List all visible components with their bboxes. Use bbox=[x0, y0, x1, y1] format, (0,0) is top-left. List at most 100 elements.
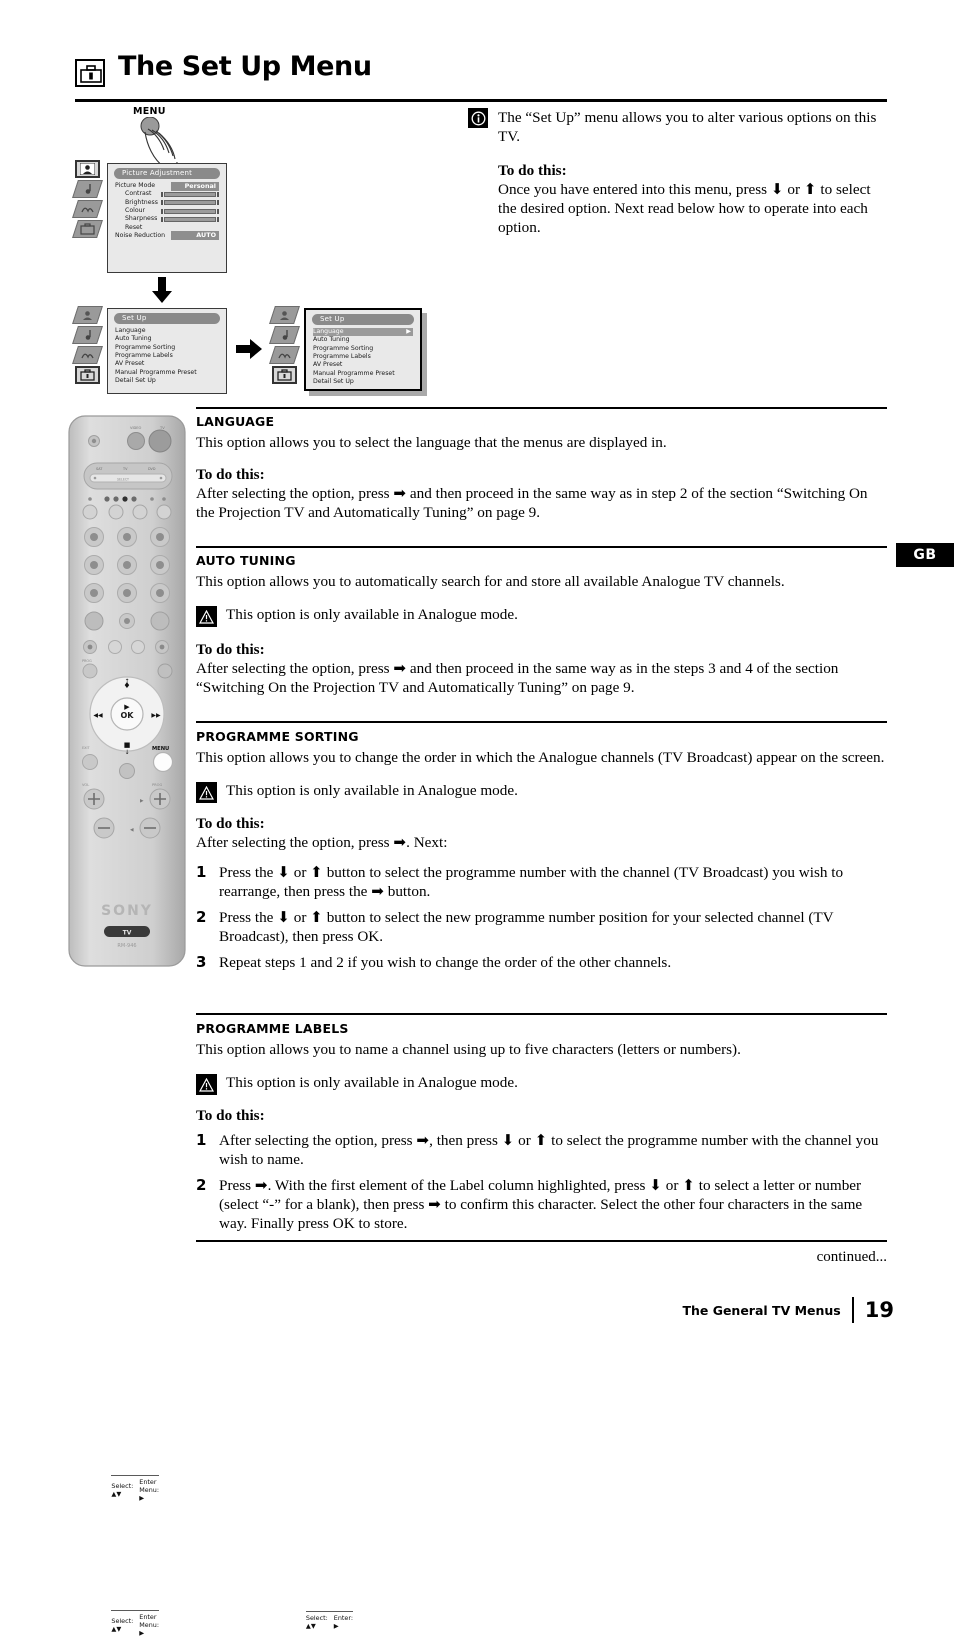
osd-row-noise-reduction[interactable]: Noise Reduction AUTO bbox=[115, 231, 219, 241]
osd-item-programme-sorting[interactable]: Programme Sorting bbox=[115, 344, 219, 352]
setup-category-icon[interactable] bbox=[75, 366, 100, 384]
osd-item-programme-sorting[interactable]: Programme Sorting bbox=[313, 345, 413, 353]
features-category-icon[interactable] bbox=[269, 346, 300, 364]
todo-text: After selecting the option, press ➡. Nex… bbox=[196, 834, 448, 851]
warning-text: This option is only available in Analogu… bbox=[226, 1074, 518, 1091]
osd-icon-strip-picture bbox=[72, 160, 103, 238]
footer-divider-bar bbox=[851, 1297, 854, 1323]
osd-row-label: Colour bbox=[125, 206, 146, 214]
osd-item-label: Manual Programme Preset bbox=[313, 369, 395, 377]
osd-slider[interactable] bbox=[161, 191, 219, 197]
osd-footer-enter: Enter: ▶ bbox=[333, 1614, 353, 1630]
features-category-icon[interactable] bbox=[72, 346, 103, 364]
osd-item-label: Detail Set Up bbox=[115, 376, 156, 384]
osd-row-label: Noise Reduction bbox=[115, 231, 166, 239]
todo-heading: To do this: bbox=[196, 641, 265, 658]
osd-footer-select: Select: ▲▼ bbox=[111, 1482, 134, 1498]
osd-row-label: Picture Mode bbox=[115, 182, 156, 190]
menu-callout-label: MENU bbox=[133, 106, 166, 117]
section-programme-labels: PROGRAMME LABELS This option allows you … bbox=[196, 1021, 887, 1240]
step-number: 1 bbox=[196, 1131, 207, 1149]
osd-item-av-preset[interactable]: AV Preset bbox=[115, 360, 219, 368]
setup-category-icon[interactable] bbox=[72, 220, 103, 238]
osd-item-label: AV Preset bbox=[313, 361, 343, 369]
osd-item-language[interactable]: Language ▶ bbox=[313, 328, 413, 337]
osd-setup-menu-2: Set Up Language ▶ Auto Tuning Programme … bbox=[304, 308, 422, 1630]
svg-text:◀◀: ◀◀ bbox=[93, 712, 103, 719]
osd-item-detail-set-up[interactable]: Detail Set Up bbox=[313, 378, 413, 386]
osd-rows: Language Auto Tuning Programme Sorting P… bbox=[108, 327, 226, 385]
section-heading: LANGUAGE bbox=[196, 414, 275, 429]
arrow-down-icon bbox=[150, 277, 174, 308]
section-divider-programme-sorting bbox=[196, 721, 887, 723]
osd-slider[interactable] bbox=[161, 208, 219, 214]
svg-text:SAT: SAT bbox=[96, 467, 103, 471]
osd-row-contrast[interactable]: Contrast bbox=[115, 190, 219, 198]
osd-row-label: Contrast bbox=[125, 190, 152, 198]
osd-item-label: Language bbox=[313, 328, 344, 336]
osd-row-picture-mode[interactable]: Picture Mode Personal bbox=[115, 181, 219, 191]
svg-text:↑: ↑ bbox=[124, 678, 129, 685]
list-item: 3 Repeat steps 1 and 2 if you wish to ch… bbox=[196, 953, 887, 972]
svg-text:▶: ▶ bbox=[124, 703, 130, 711]
picture-category-icon[interactable] bbox=[75, 160, 100, 178]
osd-slider[interactable] bbox=[161, 216, 219, 222]
step-number: 1 bbox=[196, 863, 207, 881]
features-category-icon[interactable] bbox=[72, 200, 103, 218]
osd-item-label: Programme Labels bbox=[313, 352, 371, 360]
osd-item-label: Auto Tuning bbox=[313, 336, 350, 344]
osd-item-language[interactable]: Language bbox=[115, 327, 219, 335]
intro-block: The “Set Up” menu allows you to alter va… bbox=[468, 108, 888, 237]
osd-item-detail-set-up[interactable]: Detail Set Up bbox=[115, 377, 219, 385]
section-divider-auto-tuning bbox=[196, 546, 887, 548]
osd-slider[interactable] bbox=[161, 200, 219, 206]
svg-text:VOL: VOL bbox=[82, 783, 89, 787]
warning-note: This option is only available in Analogu… bbox=[196, 781, 887, 803]
osd-item-manual-programme-preset[interactable]: Manual Programme Preset bbox=[115, 368, 219, 376]
section-language: LANGUAGE This option allows you to selec… bbox=[196, 414, 887, 522]
osd-item-label: Programme Sorting bbox=[115, 343, 176, 351]
sound-category-icon[interactable] bbox=[269, 326, 300, 344]
osd-item-av-preset[interactable]: AV Preset bbox=[313, 361, 413, 369]
osd-rows: Picture Mode Personal Contrast Brightnes… bbox=[108, 181, 226, 241]
osd-row-colour[interactable]: Colour bbox=[115, 207, 219, 215]
intro-paragraph: The “Set Up” menu allows you to alter va… bbox=[498, 109, 877, 145]
svg-text:PROG: PROG bbox=[82, 659, 92, 663]
osd-footer: Select: ▲▼ Enter Menu: ▶ bbox=[111, 1610, 159, 1637]
warning-text: This option is only available in Analogu… bbox=[226, 782, 518, 799]
section-heading: PROGRAMME SORTING bbox=[196, 729, 359, 744]
osd-item-manual-programme-preset[interactable]: Manual Programme Preset bbox=[313, 369, 413, 377]
section-description: This option allows you to automatically … bbox=[196, 573, 785, 590]
svg-text:RM-946: RM-946 bbox=[117, 943, 136, 949]
osd-item-programme-labels[interactable]: Programme Labels bbox=[115, 352, 219, 360]
osd-row-sharpness[interactable]: Sharpness bbox=[115, 215, 219, 223]
osd-title: Set Up bbox=[114, 313, 220, 324]
svg-text:OK: OK bbox=[121, 711, 135, 720]
setup-category-icon[interactable] bbox=[272, 366, 297, 384]
warning-note: This option is only available in Analogu… bbox=[196, 605, 887, 627]
svg-text:■: ■ bbox=[124, 741, 131, 749]
osd-footer-enter: Enter Menu: ▶ bbox=[139, 1613, 159, 1637]
list-item: 2 Press the ⬇ or ⬆ button to select the … bbox=[196, 908, 887, 946]
page-header: The Set Up Menu bbox=[75, 51, 887, 103]
picture-category-icon[interactable] bbox=[72, 306, 103, 324]
footer-section-name: The General TV Menus bbox=[682, 1302, 841, 1318]
page-footer: The General TV Menus 19 bbox=[682, 1297, 894, 1323]
toolbox-icon bbox=[75, 59, 105, 87]
section-divider-language bbox=[196, 407, 887, 409]
picture-category-icon[interactable] bbox=[269, 306, 300, 324]
todo-heading: To do this: bbox=[196, 815, 265, 832]
sound-category-icon[interactable] bbox=[72, 180, 103, 198]
osd-item-auto-tuning[interactable]: Auto Tuning bbox=[313, 336, 413, 344]
sound-category-icon[interactable] bbox=[72, 326, 103, 344]
svg-text:DVD: DVD bbox=[148, 467, 156, 471]
osd-item-programme-labels[interactable]: Programme Labels bbox=[313, 353, 413, 361]
todo-text: After selecting the option, press ➡ and … bbox=[196, 660, 839, 696]
step-number: 2 bbox=[196, 1176, 207, 1194]
steps-list: 1 Press the ⬇ or ⬆ button to select the … bbox=[196, 863, 887, 972]
step-text: Repeat steps 1 and 2 if you wish to chan… bbox=[219, 954, 672, 971]
osd-row-brightness[interactable]: Brightness bbox=[115, 199, 219, 207]
osd-row-label: Sharpness bbox=[125, 215, 158, 223]
warning-note: This option is only available in Analogu… bbox=[196, 1073, 887, 1095]
osd-item-auto-tuning[interactable]: Auto Tuning bbox=[115, 335, 219, 343]
